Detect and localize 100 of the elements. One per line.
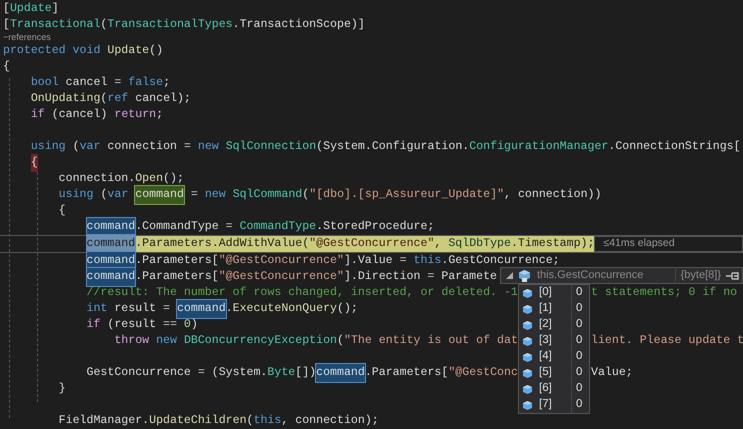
code-token: protected void bbox=[3, 43, 100, 60]
code-token: "@GestConcurrence" bbox=[218, 269, 344, 286]
code-token: Open bbox=[135, 171, 164, 188]
highlighted-reference: command bbox=[316, 364, 365, 382]
code-token: = bbox=[190, 187, 199, 204]
code-token: ].Direction = Paramete bbox=[344, 269, 497, 286]
code-token: FieldManager. bbox=[58, 413, 150, 429]
cube-icon bbox=[518, 268, 531, 282]
code-token: "The entity is out of dat bbox=[344, 333, 518, 350]
code-token: GestConcurrence = (System. bbox=[86, 365, 268, 382]
highlighted-definition: command bbox=[135, 186, 184, 204]
array-index: [3] bbox=[539, 333, 553, 348]
element-value: 0 bbox=[571, 317, 582, 333]
code-token: Update bbox=[107, 43, 150, 60]
datatip-expression: this.GestConcurrence bbox=[536, 268, 644, 284]
code-token: } bbox=[58, 381, 66, 398]
element-value: 0 bbox=[571, 333, 582, 349]
cube-icon bbox=[522, 352, 533, 362]
code-token: bool bbox=[30, 75, 59, 92]
pin-icon[interactable] bbox=[725, 270, 739, 280]
element-value: 0 bbox=[571, 285, 582, 301]
cube-icon bbox=[522, 304, 533, 314]
code-token: .Parameters. bbox=[135, 236, 219, 252]
code-token: ( bbox=[302, 187, 310, 204]
code-token: []) bbox=[295, 365, 316, 382]
code-token: (); bbox=[163, 171, 184, 188]
highlighted-reference: command bbox=[176, 300, 226, 318]
code-token: ; bbox=[163, 75, 170, 92]
code-token: false bbox=[128, 75, 164, 92]
code-token: ( bbox=[337, 333, 344, 350]
code-token: DBConcurrencyException bbox=[184, 333, 337, 350]
code-token: using bbox=[30, 139, 66, 156]
code-token: return bbox=[114, 107, 156, 124]
cube-icon bbox=[522, 400, 533, 410]
code-token: [ bbox=[3, 17, 10, 34]
matched-brace: { bbox=[30, 154, 38, 172]
cube-icon bbox=[522, 368, 533, 378]
code-token: .Parameters[ bbox=[364, 365, 448, 382]
code-token: . bbox=[226, 301, 233, 318]
performance-tip: ≤41ms elapsed bbox=[594, 236, 743, 252]
code-token: (); bbox=[337, 301, 358, 318]
code-token: , bbox=[434, 236, 442, 252]
array-index: [0] bbox=[539, 285, 553, 300]
code-token: if bbox=[86, 317, 100, 334]
code-token: { bbox=[3, 59, 10, 76]
code-token: ( bbox=[246, 413, 254, 429]
code-token: connection. bbox=[58, 171, 136, 188]
code-token: lient. Please update t bbox=[591, 333, 743, 350]
code-token: (cancel) bbox=[52, 107, 108, 124]
code-token: ; bbox=[156, 107, 164, 124]
code-token: Byte bbox=[267, 365, 296, 382]
code-token: AddWithValue bbox=[218, 236, 302, 252]
element-value: 0 bbox=[571, 381, 582, 397]
references-codelens[interactable]: −references bbox=[3, 31, 51, 45]
code-token: "@GestConcurrence" bbox=[309, 236, 434, 252]
code-token: CommandType bbox=[240, 219, 316, 236]
code-token: int bbox=[86, 301, 108, 318]
code-token: "@GestConc bbox=[448, 365, 518, 382]
code-token: ].Value = bbox=[344, 253, 408, 270]
code-token: , connection); bbox=[281, 413, 379, 429]
code-token: .StoredProcedure; bbox=[316, 219, 434, 236]
code-token: .Parameters[ bbox=[135, 253, 219, 270]
code-token: .TransactionScope)] bbox=[232, 17, 365, 34]
code-token: { bbox=[58, 203, 66, 220]
code-token: SqlDbType bbox=[448, 236, 511, 252]
array-index: [2] bbox=[539, 317, 553, 332]
array-index: [6] bbox=[539, 381, 553, 396]
code-token: Update bbox=[10, 1, 52, 18]
code-comment: t statements; 0 if no bbox=[591, 285, 738, 302]
code-token: "[dbo].[sp_Assureur_Update]" bbox=[309, 187, 504, 204]
code-token: ( bbox=[100, 187, 108, 204]
code-token: throw bbox=[114, 333, 150, 350]
code-token: var bbox=[107, 187, 128, 204]
code-token: ( bbox=[100, 91, 108, 108]
code-token: this bbox=[414, 253, 442, 270]
code-token: this bbox=[254, 413, 282, 429]
element-value: 0 bbox=[571, 365, 582, 381]
code-token: using bbox=[58, 187, 94, 204]
array-index: [7] bbox=[539, 397, 553, 412]
code-token: connection = bbox=[107, 139, 192, 156]
code-token: .CommandType = bbox=[135, 219, 234, 236]
code-token: new bbox=[198, 139, 219, 156]
code-token: .Timestamp); bbox=[510, 236, 594, 252]
code-token: cancel = bbox=[66, 75, 122, 92]
code-token: Transactional bbox=[10, 17, 100, 34]
code-token: 0 bbox=[184, 317, 191, 334]
code-token: result = bbox=[114, 301, 172, 318]
highlighted-reference: command bbox=[86, 268, 136, 286]
code-token: ExecuteNonQuery bbox=[232, 301, 338, 318]
code-token: .GestConcurrence; bbox=[441, 253, 560, 270]
code-token: .Parameters[ bbox=[135, 269, 219, 286]
element-value: 0 bbox=[571, 301, 582, 317]
code-token: (result == bbox=[107, 317, 178, 334]
datatip-value: {byte[8]} bbox=[674, 267, 721, 284]
code-token: var bbox=[80, 139, 100, 156]
cube-icon bbox=[522, 288, 533, 298]
element-value: 0 bbox=[571, 397, 582, 413]
cube-icon bbox=[522, 384, 533, 394]
expanded-triangle-icon[interactable] bbox=[505, 271, 514, 280]
cube-icon bbox=[522, 320, 533, 330]
